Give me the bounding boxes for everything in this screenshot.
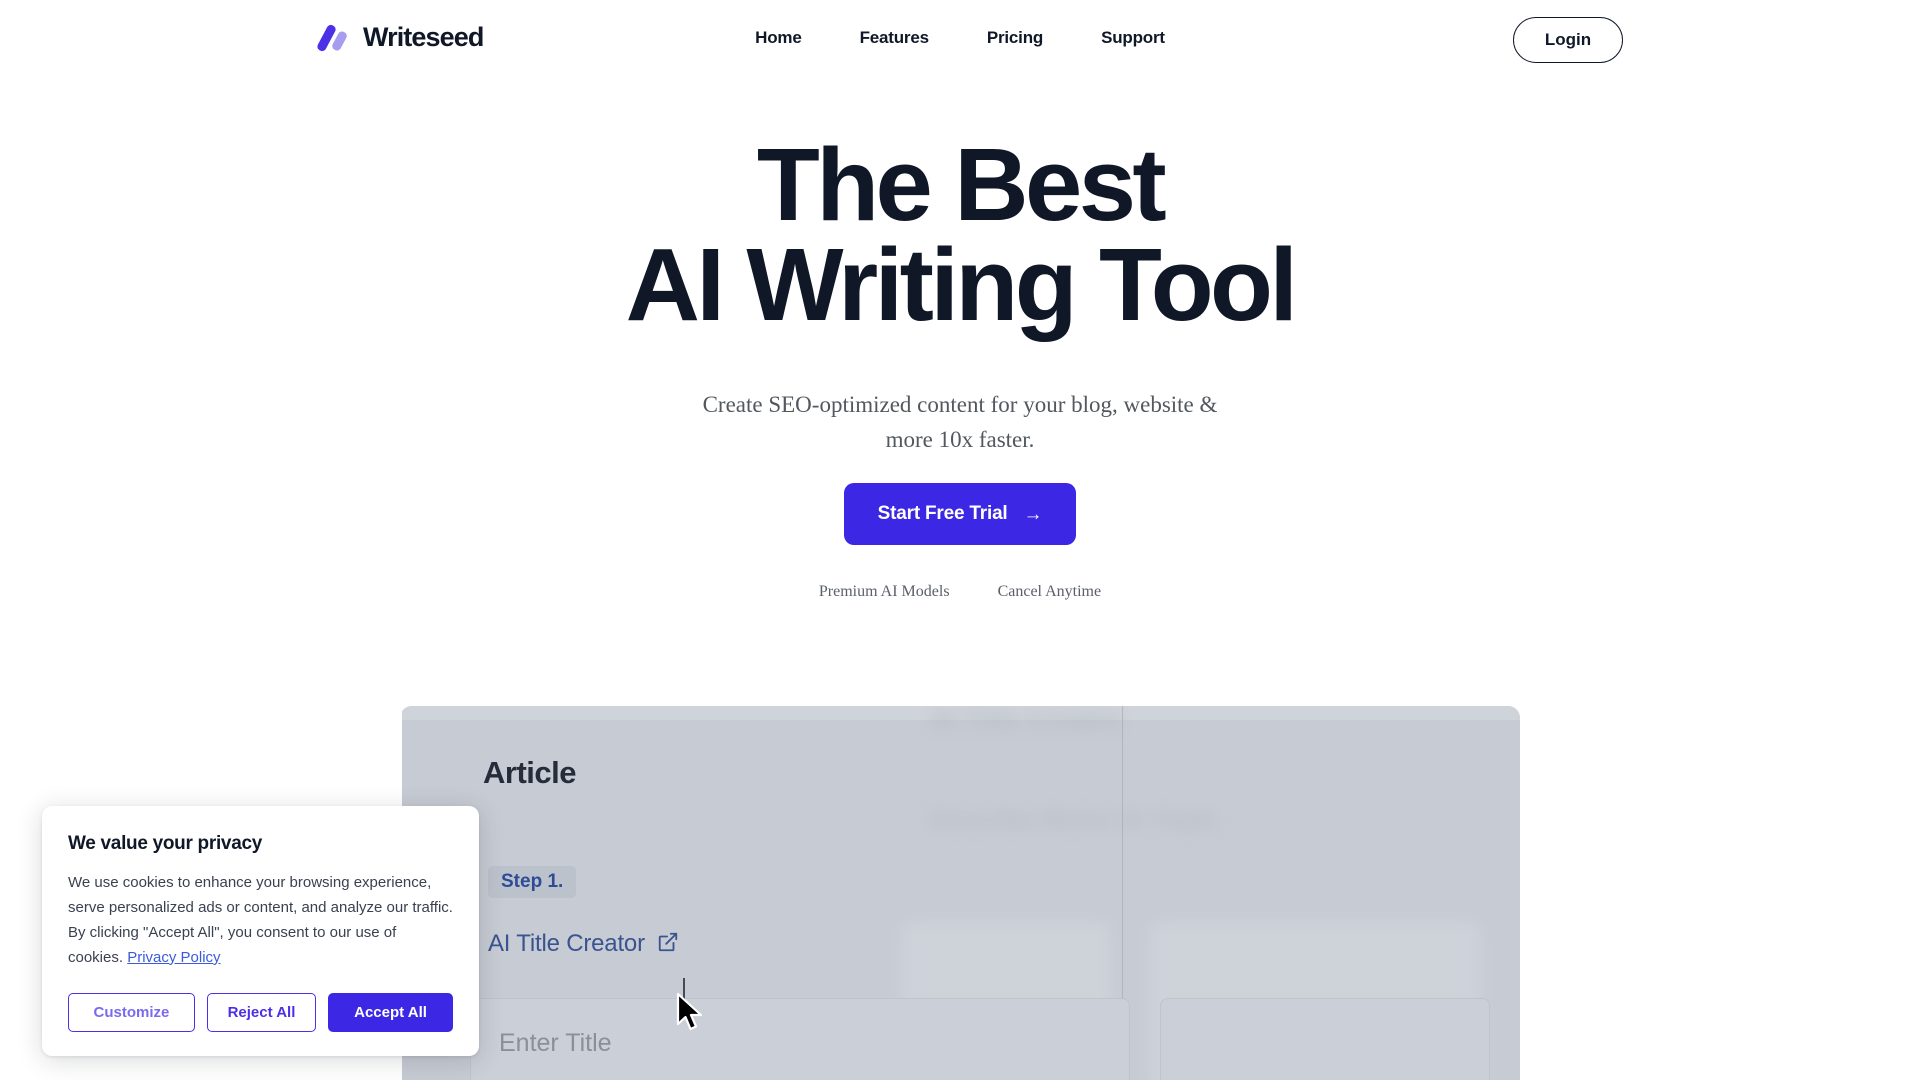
cookie-title: We value your privacy: [68, 833, 262, 854]
cookie-actions: Customize Reject All Accept All: [68, 992, 453, 1032]
customize-button[interactable]: Customize: [68, 992, 195, 1032]
login-button[interactable]: Login: [1513, 17, 1623, 63]
cookie-body: We use cookies to enhance your browsing …: [68, 871, 453, 971]
nav-item-support[interactable]: Support: [1101, 28, 1165, 48]
preview-article-heading: Article: [483, 755, 576, 790]
headline-line-2: AI Writing Tool: [625, 226, 1298, 342]
landing-page: Writeseed Home Features Pricing Support …: [0, 0, 1920, 1080]
cta-label: Start Free Trial: [877, 503, 1008, 524]
ghost-title: AI Title Creator: [930, 706, 1124, 734]
external-link-icon: [657, 931, 679, 958]
main-nav: Home Features Pricing Support: [755, 28, 1165, 48]
page-title: The Best AI Writing Tool: [0, 133, 1920, 342]
arrow-right-icon: →: [1023, 503, 1043, 525]
nav-item-features[interactable]: Features: [860, 28, 929, 48]
subtitle-line-2: more 10x faster.: [885, 426, 1035, 452]
badge-premium-ai-models: Premium AI Models: [818, 583, 950, 600]
preview-body: AI Title Creator Describe Niche Or Topic…: [400, 706, 1520, 1080]
accept-all-button[interactable]: Accept All: [328, 992, 453, 1032]
badge-cancel-anytime: Cancel Anytime: [997, 583, 1102, 600]
site-header: Writeseed Home Features Pricing Support …: [0, 0, 1920, 82]
reject-all-button[interactable]: Reject All: [206, 992, 317, 1032]
logo[interactable]: Writeseed: [315, 22, 484, 53]
nav-item-pricing[interactable]: Pricing: [987, 28, 1043, 48]
hero-subtitle: Create SEO-optimized content for your bl…: [0, 388, 1920, 457]
privacy-policy-link[interactable]: Privacy Policy: [127, 949, 220, 966]
logo-text: Writeseed: [363, 22, 484, 52]
preview-side-card: [1160, 998, 1490, 1080]
title-input[interactable]: Enter Title: [470, 998, 1130, 1080]
mouse-cursor: [676, 992, 706, 1040]
ghost-subtitle: Describe Niche Or Topic: [930, 806, 1219, 834]
cookie-consent-banner: We value your privacy We use cookies to …: [42, 806, 479, 1056]
step-badge: Step 1.: [488, 866, 577, 898]
headline-line-1: The Best: [756, 127, 1167, 242]
trust-badges: Premium AI Models Cancel Anytime: [0, 583, 1920, 601]
app-preview: Dashboard Account AI Title Creator Descr…: [400, 706, 1520, 1080]
nav-item-home[interactable]: Home: [755, 28, 802, 48]
subtitle-line-1: Create SEO-optimized content for your bl…: [702, 392, 1218, 417]
start-free-trial-button[interactable]: Start Free Trial →: [844, 483, 1076, 545]
ai-title-creator-label: AI Title Creator: [488, 930, 645, 957]
writeseed-logo-icon: [315, 23, 352, 52]
title-input-placeholder: Enter Title: [499, 1029, 612, 1057]
ai-title-creator-link[interactable]: AI Title Creator: [488, 930, 679, 958]
cta-container: Start Free Trial →: [0, 483, 1920, 545]
cookie-body-text: We use cookies to enhance your browsing …: [68, 874, 453, 966]
